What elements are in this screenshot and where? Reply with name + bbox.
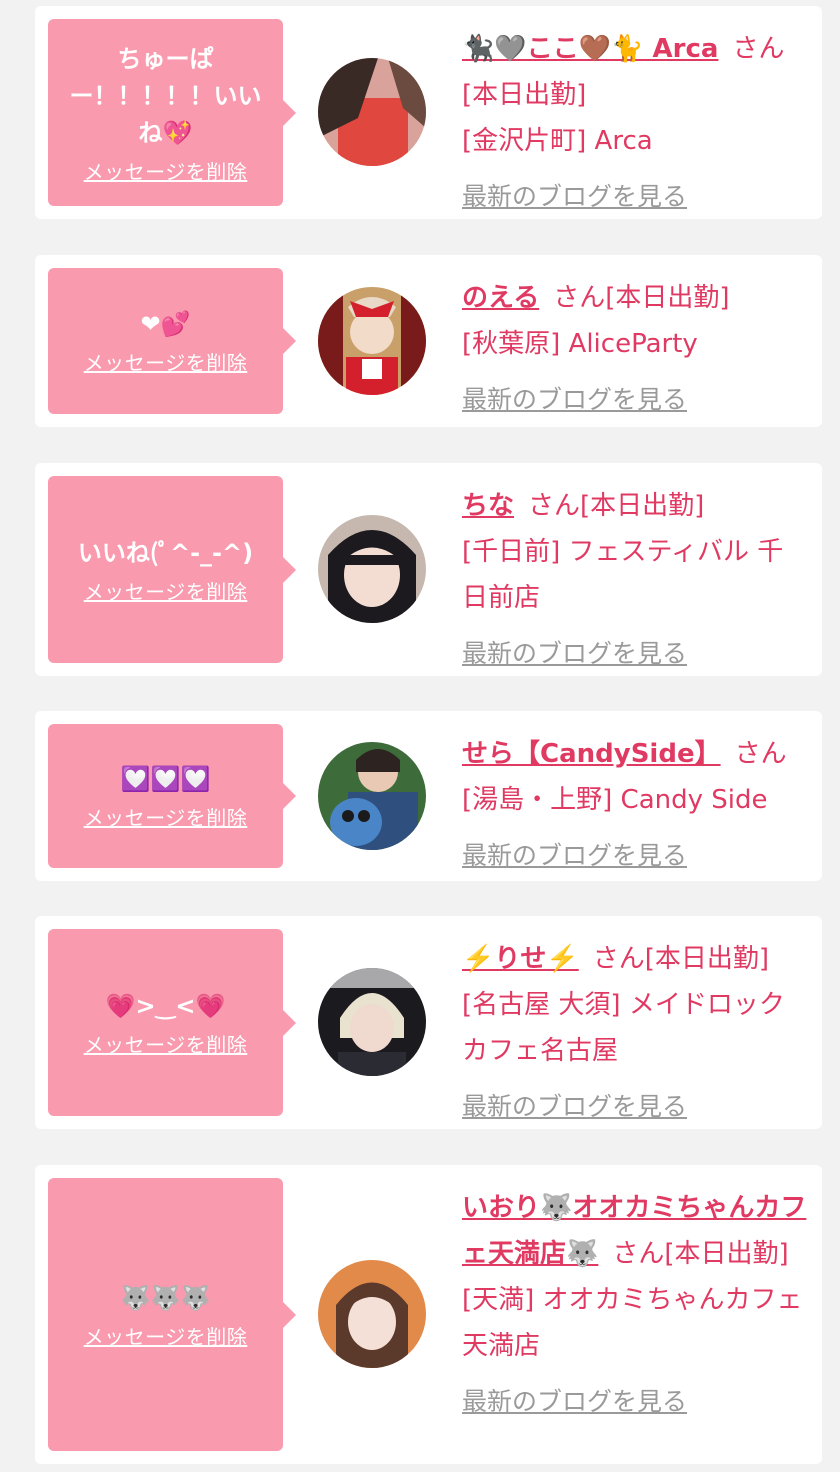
delete-message-link[interactable]: メッセージを削除 [84, 347, 248, 376]
liked-message-list: ちゅーぱー！！！！！いいね💖 メッセージを削除 🐈‍⬛🩶ここ🤎🐈 Arca さん[… [0, 0, 840, 1472]
girl-name-link[interactable]: ⚡️りせ⚡️ [462, 944, 579, 974]
girl-info: せら【CandySide】 さん [湯島・上野] Candy Side 最新のブロ… [462, 731, 808, 879]
latest-blog-link[interactable]: 最新のブログを見る [462, 631, 687, 677]
avatar-image [318, 742, 426, 850]
message-text: 🐺🐺🐺 [120, 1283, 211, 1312]
status-label: [本日出勤] [605, 283, 730, 313]
message-bubble: 💗>‿<💗 メッセージを削除 [48, 929, 296, 1116]
message-bubble: いいね(ﾟ^-_-^) メッセージを削除 [48, 476, 296, 663]
shop-label: [金沢片町] Arca [462, 126, 653, 156]
san-label: さん [732, 34, 785, 64]
status-label: [本日出勤] [644, 944, 770, 974]
san-label: さん [592, 944, 645, 974]
avatar[interactable] [318, 968, 426, 1076]
shop-label: [天満] オオカミちゃんカフェ天満店 [462, 1285, 803, 1361]
message-card: ちゅーぱー！！！！！いいね💖 メッセージを削除 🐈‍⬛🩶ここ🤎🐈 Arca さん [… [35, 6, 822, 219]
avatar[interactable] [318, 742, 426, 850]
girl-name-link[interactable]: ちな [462, 491, 514, 521]
girl-info: 🐈‍⬛🩶ここ🤎🐈 Arca さん [本日出勤] [金沢片町] Arca 最新のブログ… [462, 26, 808, 220]
latest-blog-link[interactable]: 最新のブログを見る [462, 174, 687, 220]
latest-blog-link[interactable]: 最新のブログを見る [462, 1379, 687, 1425]
message-bubble: ちゅーぱー！！！！！いいね💖 メッセージを削除 [48, 19, 296, 206]
shop-label: [秋葉原] AliceParty [462, 329, 698, 359]
message-text: いいね(ﾟ^-_-^) [77, 538, 254, 567]
shop-label: [湯島・上野] Candy Side [462, 785, 768, 815]
avatar-image [318, 1260, 426, 1368]
latest-blog-link[interactable]: 最新のブログを見る [462, 833, 687, 879]
delete-message-link[interactable]: メッセージを削除 [84, 1029, 248, 1058]
san-label: さん [734, 739, 787, 769]
avatar[interactable] [318, 58, 426, 166]
girl-name-link[interactable]: のえる [462, 283, 539, 313]
avatar-image [318, 515, 426, 623]
avatar-image [318, 968, 426, 1076]
latest-blog-link[interactable]: 最新のブログを見る [462, 377, 687, 423]
girl-info: のえる さん[本日出勤] [秋葉原] AliceParty 最新のブログを見る [462, 275, 808, 423]
delete-message-link[interactable]: メッセージを削除 [84, 1321, 248, 1350]
status-label: [本日出勤] [664, 1239, 789, 1269]
san-label: さん [612, 1239, 665, 1269]
girl-name-link[interactable]: 🐈‍⬛🩶ここ🤎🐈 Arca [462, 34, 718, 64]
status-label: [本日出勤] [462, 80, 587, 110]
girl-info: ちな さん[本日出勤] [千日前] フェスティバル 千日前店 最新のブログを見る [462, 483, 808, 677]
message-card: いいね(ﾟ^-_-^) メッセージを削除 ちな さん[本日出勤] [千日前] フェ… [35, 463, 822, 676]
message-card: ❤︎💕 メッセージを削除 のえる さん[本日出勤] [秋葉原] AlicePart… [35, 255, 822, 427]
message-card: 💗>‿<💗 メッセージを削除 ⚡️りせ⚡️ さん[本日出勤] [名古屋 大須] メ… [35, 916, 822, 1129]
message-bubble: 🐺🐺🐺 メッセージを削除 [48, 1178, 296, 1451]
delete-message-link[interactable]: メッセージを削除 [84, 156, 248, 185]
san-label: さん [553, 283, 606, 313]
shop-label: [名古屋 大須] メイドロックカフェ名古屋 [462, 990, 785, 1066]
girl-name-link[interactable]: せら【CandySide】 [462, 739, 721, 769]
avatar[interactable] [318, 1260, 426, 1368]
avatar[interactable] [318, 515, 426, 623]
avatar-image [318, 58, 426, 166]
message-text: ちゅーぱー！！！！！いいね💖 [69, 44, 262, 147]
message-text: 💟💟💟 [120, 765, 211, 793]
avatar[interactable] [318, 287, 426, 395]
girl-info: ⚡️りせ⚡️ さん[本日出勤] [名古屋 大須] メイドロックカフェ名古屋 最新の… [462, 936, 808, 1130]
san-label: さん [528, 491, 581, 521]
delete-message-link[interactable]: メッセージを削除 [84, 576, 248, 605]
message-card: 🐺🐺🐺 メッセージを削除 いおり🐺オオカミちゃんカフェ天満店🐺 さん[本日出勤] … [35, 1165, 822, 1464]
girl-info: いおり🐺オオカミちゃんカフェ天満店🐺 さん[本日出勤] [天満] オオカミちゃんカ… [462, 1185, 808, 1425]
message-text: ❤︎💕 [140, 310, 191, 338]
message-bubble: 💟💟💟 メッセージを削除 [48, 724, 296, 868]
status-label: [本日出勤] [580, 491, 705, 521]
delete-message-link[interactable]: メッセージを削除 [84, 802, 248, 831]
message-card: 💟💟💟 メッセージを削除 せら【CandySide】 さん [湯島・上野] Can… [35, 711, 822, 881]
message-text: 💗>‿<💗 [105, 991, 226, 1020]
message-bubble: ❤︎💕 メッセージを削除 [48, 268, 296, 414]
shop-label: [千日前] フェスティバル 千日前店 [462, 537, 784, 613]
latest-blog-link[interactable]: 最新のブログを見る [462, 1084, 687, 1130]
avatar-image [318, 287, 426, 395]
